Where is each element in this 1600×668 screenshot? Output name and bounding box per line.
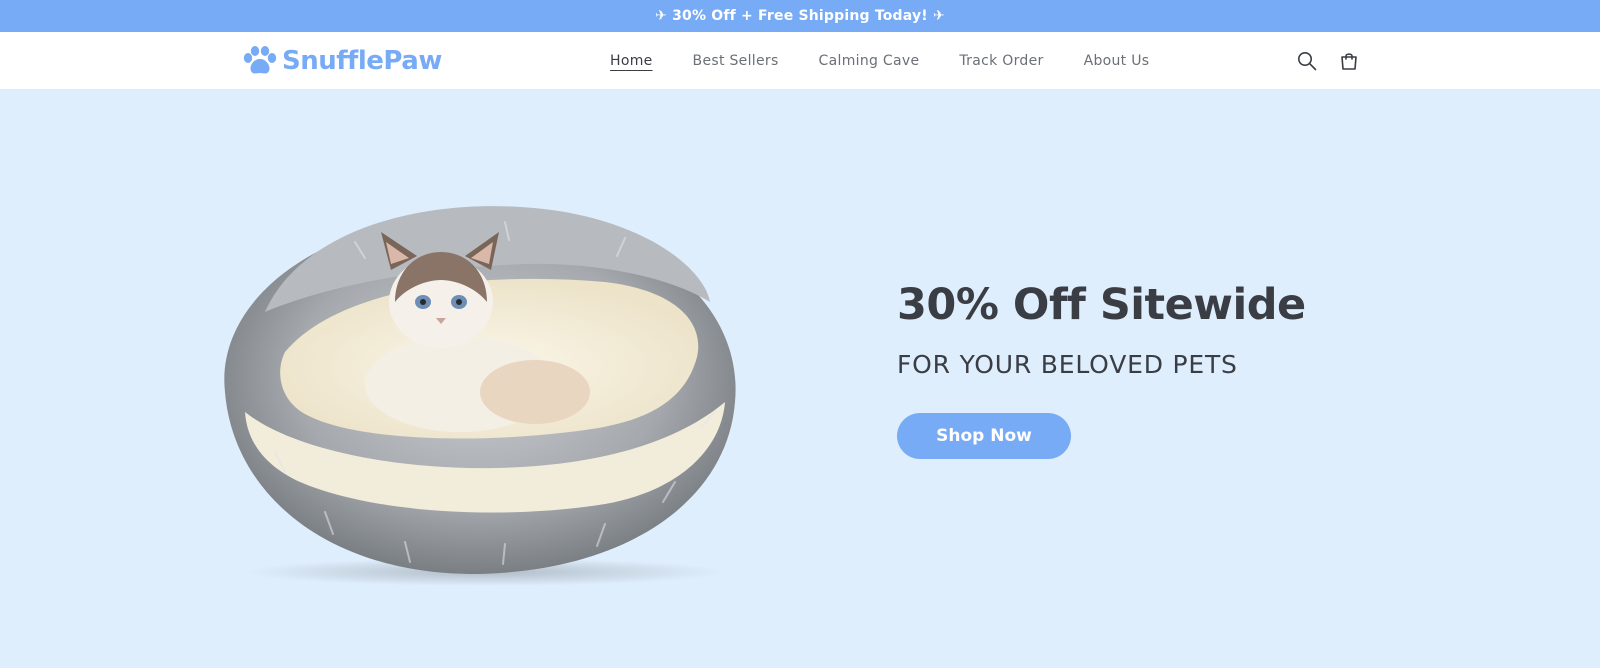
logo[interactable]: SnufflePaw — [242, 44, 442, 78]
cat-bed-image — [224, 206, 736, 586]
site-header: SnufflePaw Home Best Sellers Calming Cav… — [0, 32, 1600, 90]
nav-about-us[interactable]: About Us — [1084, 53, 1150, 69]
hero-text-block: 30% Off Sitewide FOR YOUR BELOVED PETS S… — [897, 280, 1457, 459]
shop-now-button[interactable]: Shop Now — [897, 413, 1071, 459]
hero-subtitle: FOR YOUR BELOVED PETS — [897, 350, 1238, 379]
nav-best-sellers[interactable]: Best Sellers — [693, 53, 779, 69]
announcement-bar: ✈ 30% Off + Free Shipping Today! ✈ — [0, 0, 1600, 32]
search-icon — [1298, 52, 1317, 71]
cart-button[interactable] — [1337, 49, 1361, 73]
logo-text: SnufflePaw — [282, 46, 442, 76]
paw-icon — [243, 46, 277, 74]
cart-icon — [1341, 53, 1357, 70]
search-button[interactable] — [1295, 49, 1319, 73]
main-nav: Home Best Sellers Calming Cave Track Ord… — [610, 32, 1149, 90]
nav-calming-cave[interactable]: Calming Cave — [819, 53, 920, 69]
hero-banner: 30% Off Sitewide FOR YOUR BELOVED PETS S… — [0, 90, 1600, 668]
nav-home[interactable]: Home — [610, 53, 653, 69]
hero-title: 30% Off Sitewide — [897, 280, 1306, 330]
nav-track-order[interactable]: Track Order — [959, 53, 1043, 69]
announcement-text: ✈ 30% Off + Free Shipping Today! ✈ — [655, 8, 945, 24]
